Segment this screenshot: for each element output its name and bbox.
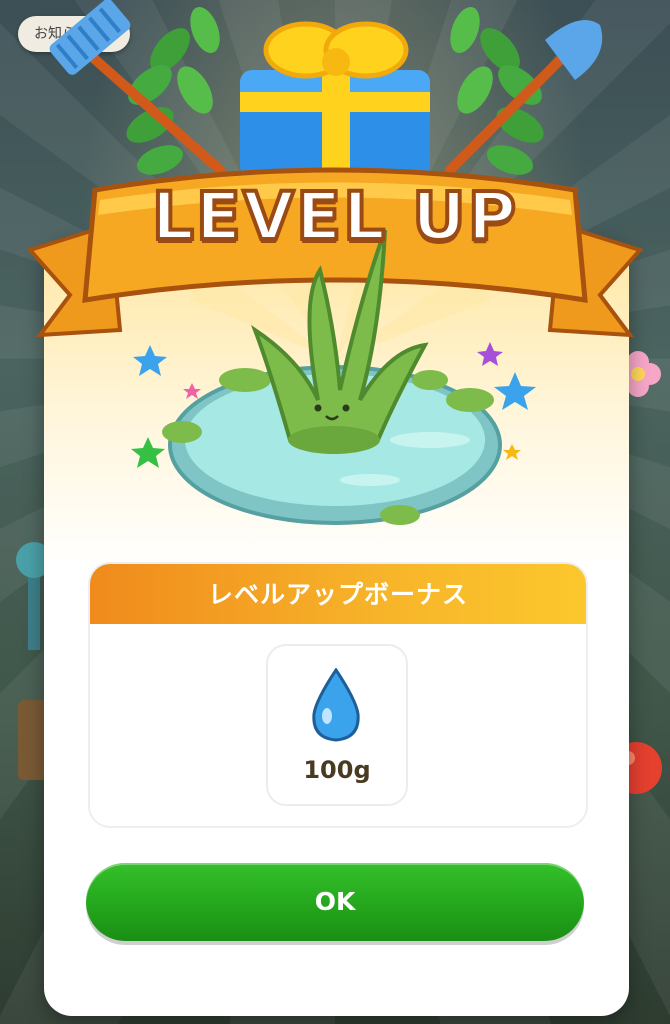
reward-tile: 100g: [266, 644, 408, 806]
gift-box-icon: [240, 21, 430, 180]
bonus-heading: レベルアップボーナス: [90, 564, 586, 624]
ok-button[interactable]: OK: [86, 863, 584, 941]
reward-amount: 100g: [303, 756, 371, 784]
level-up-illustration: [26, 0, 644, 525]
level-up-bonus-panel: レベルアップボーナス 100g: [88, 562, 588, 828]
water-drop-icon: [312, 668, 360, 742]
level-up-title: LEVEL UP: [150, 176, 519, 257]
